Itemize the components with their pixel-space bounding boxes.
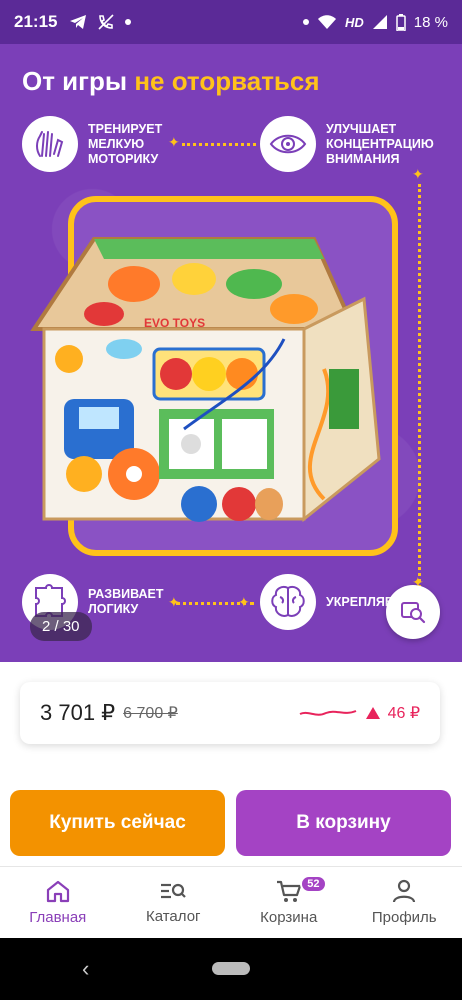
telegram-icon	[70, 15, 87, 29]
feature-text: РАЗВИВАЕТ ЛОГИКУ	[88, 587, 164, 616]
nav-label: Каталог	[145, 908, 201, 925]
nav-item-catalog[interactable]: Каталог	[116, 867, 232, 938]
status-time: 21:15	[14, 12, 58, 31]
feature-icon-circle	[22, 116, 78, 172]
screen: 21:15 HD 18 % От игры не оторваться ✦ ✦ …	[0, 0, 462, 1000]
nav-item-cart[interactable]: 52 Корзина	[231, 867, 347, 938]
feature-text: УЛУЧШАЕТ КОНЦЕНТРАЦИЮ ВНИМАНИЯ	[326, 121, 434, 166]
cart-icon	[276, 880, 301, 902]
network-type: HD	[345, 14, 364, 30]
hero-title-accent: не оторваться	[134, 66, 320, 96]
home-pill-button[interactable]	[212, 962, 250, 975]
image-search-icon	[401, 602, 426, 624]
feature-fine-motor: ТРЕНИРУЕТ МЕЛКУЮ МОТОРИКУ	[22, 116, 200, 172]
feature-icon-circle	[260, 574, 316, 630]
nav-label: Корзина	[260, 909, 318, 926]
price-up-triangle-icon	[365, 707, 380, 719]
brand-logo-text: EVO TOYS	[144, 316, 205, 330]
eye-icon	[269, 134, 307, 154]
price-card[interactable]: 3 701 ₽ 6 700 ₽ 46 ₽	[20, 682, 440, 744]
buy-now-button[interactable]: Купить сейчас	[10, 790, 225, 856]
phone-off-icon	[98, 14, 115, 30]
hands-icon	[36, 131, 64, 157]
price-trend-sparkline-icon	[299, 710, 356, 716]
price-delta: 46 ₽	[387, 705, 420, 722]
battery-icon	[396, 13, 406, 31]
image-counter: 2 / 30	[30, 612, 92, 641]
status-right: HD 18 %	[303, 13, 448, 31]
add-to-cart-button[interactable]: В корзину	[236, 790, 451, 856]
feature-concentration: УЛУЧШАЕТ КОНЦЕНТРАЦИЮ ВНИМАНИЯ	[260, 116, 456, 172]
brain-icon	[271, 585, 305, 617]
catalog-search-icon	[161, 883, 187, 899]
notification-dot-icon	[125, 19, 132, 25]
back-chevron-icon[interactable]: ‹	[82, 956, 89, 982]
nav-item-home[interactable]: Главная	[0, 867, 116, 938]
feature-text: ТРЕНИРУЕТ МЕЛКУЮ МОТОРИКУ	[88, 121, 163, 166]
busy-board-house-image: EVO TOYS	[30, 237, 381, 523]
status-bar: 21:15 HD 18 %	[0, 0, 462, 44]
star-icon: ✦	[238, 594, 250, 610]
home-icon	[46, 880, 69, 903]
old-price: 6 700 ₽	[123, 705, 178, 722]
profile-icon	[393, 879, 416, 903]
status-left-icons	[69, 13, 132, 31]
price-history: 46 ₽	[298, 703, 420, 723]
signal-icon	[372, 15, 387, 29]
nav-item-profile[interactable]: Профиль	[347, 867, 462, 938]
feature-memory: УКРЕПЛЯЕТ ПАМЯТЬ	[260, 574, 408, 630]
connector-line	[418, 184, 421, 624]
dot-icon	[303, 19, 310, 25]
system-navigation-bar: ‹	[0, 938, 462, 1000]
battery-level: 18 %	[413, 13, 448, 31]
nav-label: Главная	[29, 909, 87, 926]
nav-label: Профиль	[371, 909, 437, 926]
cart-count-badge: 52	[300, 875, 327, 893]
product-image-carousel[interactable]: От игры не оторваться ✦ ✦ ✦ ✦ ✦ ТРЕНИРУЕ…	[0, 44, 462, 662]
hero-title-main: От игры	[22, 66, 135, 96]
visual-search-button[interactable]	[386, 585, 440, 639]
bottom-navigation: Главная Каталог 52 Корзина Профиль	[0, 866, 462, 938]
hero-title: От игры не оторваться	[22, 66, 320, 97]
current-price: 3 701 ₽	[40, 700, 116, 725]
feature-icon-circle	[260, 116, 316, 172]
wifi-icon	[318, 15, 337, 29]
